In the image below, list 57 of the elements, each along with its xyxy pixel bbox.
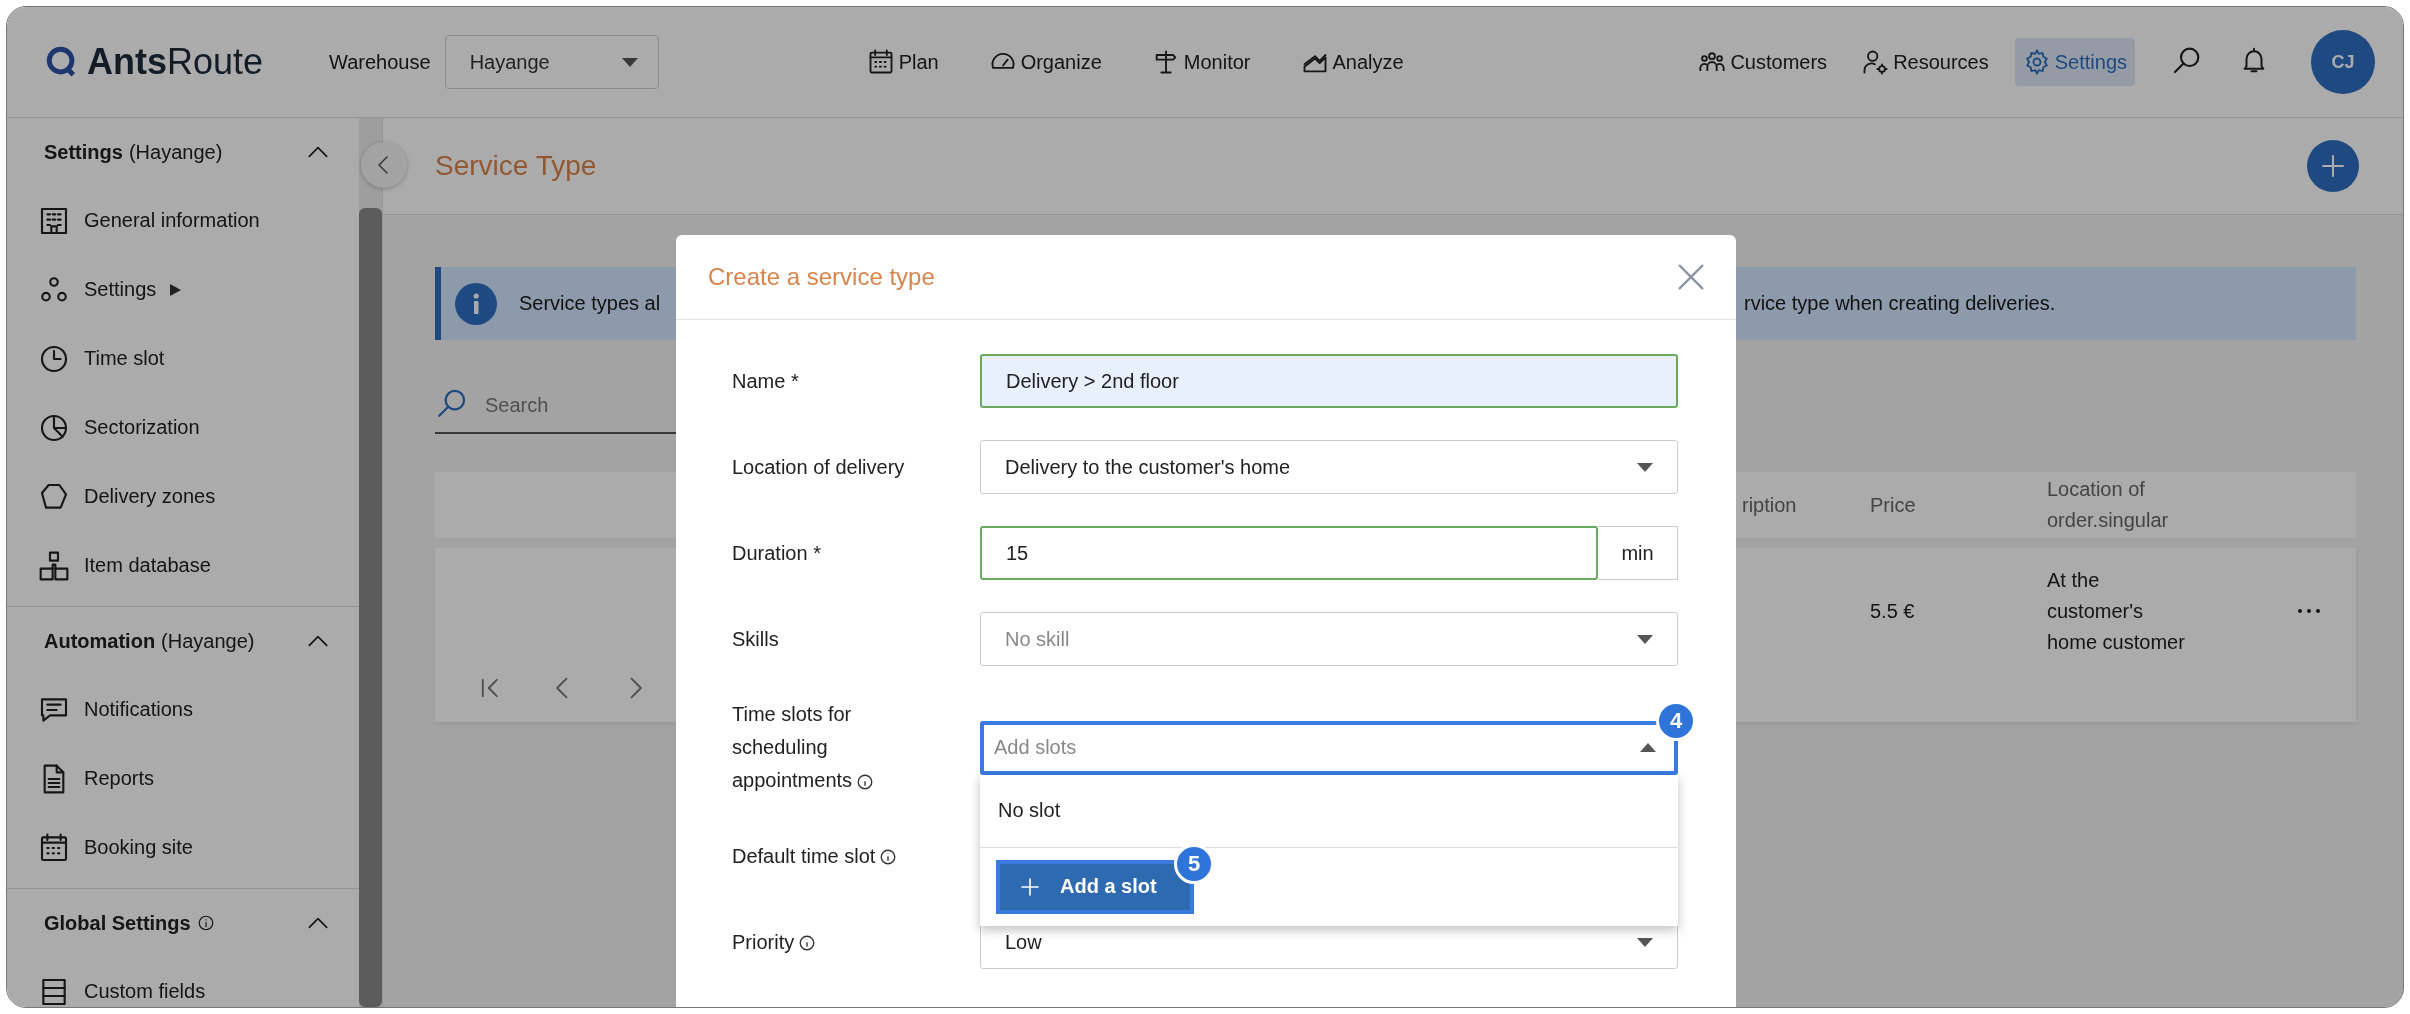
column-header: ription <box>1742 493 1798 517</box>
info-icon <box>455 282 497 325</box>
sidebar-item[interactable]: Booking site <box>7 813 359 882</box>
boxes-icon <box>38 549 70 582</box>
unit-label: min <box>1598 526 1678 580</box>
number-field[interactable]: 15 <box>980 526 1598 580</box>
sidebar-item[interactable]: Notifications <box>7 675 359 744</box>
warehouse-select[interactable]: Hayange <box>444 35 659 89</box>
sidebar-item[interactable]: Delivery zones <box>7 462 359 531</box>
section-header[interactable]: Settings (Hayange) <box>7 118 359 186</box>
person-gear-icon <box>1861 48 1890 76</box>
nav-link[interactable]: Analyze <box>1292 38 1412 86</box>
sidebar-item[interactable]: Custom fields <box>7 957 359 1007</box>
calendar-icon <box>38 831 70 864</box>
info-icon <box>196 914 215 932</box>
table-cell-text: At the customer's home customer <box>2047 567 2186 655</box>
page-title: Service Type <box>435 150 597 182</box>
warehouse-label: Warehouse <box>329 50 431 74</box>
caret-down-icon <box>621 57 638 67</box>
dialog-title: Create a service type <box>708 263 935 291</box>
column-header: Location of order.singular <box>2047 477 2170 533</box>
scrollbar-thumb[interactable] <box>359 208 382 1007</box>
field-label: Default time slot <box>732 839 922 873</box>
text-field[interactable]: Delivery > 2nd floor <box>980 354 1678 408</box>
nav-link[interactable]: Customers <box>1690 38 1836 86</box>
caret-down-icon <box>1637 937 1653 947</box>
select-field[interactable]: No skill <box>980 612 1678 666</box>
sidebar-item[interactable]: Settings <box>7 255 359 324</box>
field-label: Skills <box>732 626 780 652</box>
search-field[interactable]: Search <box>483 392 787 418</box>
field-label: Priority <box>732 925 922 959</box>
caret-up-icon <box>1640 743 1656 752</box>
banner-text: rvice type when creating deliveries. <box>1744 292 2056 315</box>
sidebar-item[interactable]: General information <box>7 186 359 255</box>
sidebar-item[interactable]: Time slot <box>7 324 359 393</box>
banner-text: Service types al <box>519 292 661 315</box>
field-label: Name * <box>732 368 800 394</box>
select-field[interactable]: Delivery to the customer's home <box>980 440 1678 494</box>
dropdown-option[interactable]: No slot <box>980 774 1678 848</box>
section-header[interactable]: Automation (Hayange) <box>7 607 359 675</box>
sidebar-item[interactable]: Reports <box>7 744 359 813</box>
section-header[interactable]: Global Settings <box>7 889 359 957</box>
nav-link[interactable]: Plan <box>858 38 947 86</box>
nav-link[interactable]: Organize <box>980 38 1110 86</box>
avatar[interactable]: CJ <box>2311 30 2375 94</box>
logo-text: AntsRoute <box>87 41 264 83</box>
field-label: Location of delivery <box>732 454 906 480</box>
sidebar-item[interactable]: Item database <box>7 531 359 600</box>
add-button[interactable] <box>2307 140 2359 192</box>
column-header: Price <box>1870 493 1917 517</box>
table-cell-text: 5.5 € <box>1870 599 1916 623</box>
field-label: Time slots for scheduling appointments <box>732 698 922 797</box>
caret-down-icon <box>1637 634 1653 644</box>
nav-link[interactable]: Resources <box>1853 38 1997 86</box>
sidebar-item[interactable]: Sectorization <box>7 393 359 462</box>
field-label: Duration * <box>732 540 822 566</box>
nav-link[interactable]: Monitor <box>1143 38 1259 86</box>
